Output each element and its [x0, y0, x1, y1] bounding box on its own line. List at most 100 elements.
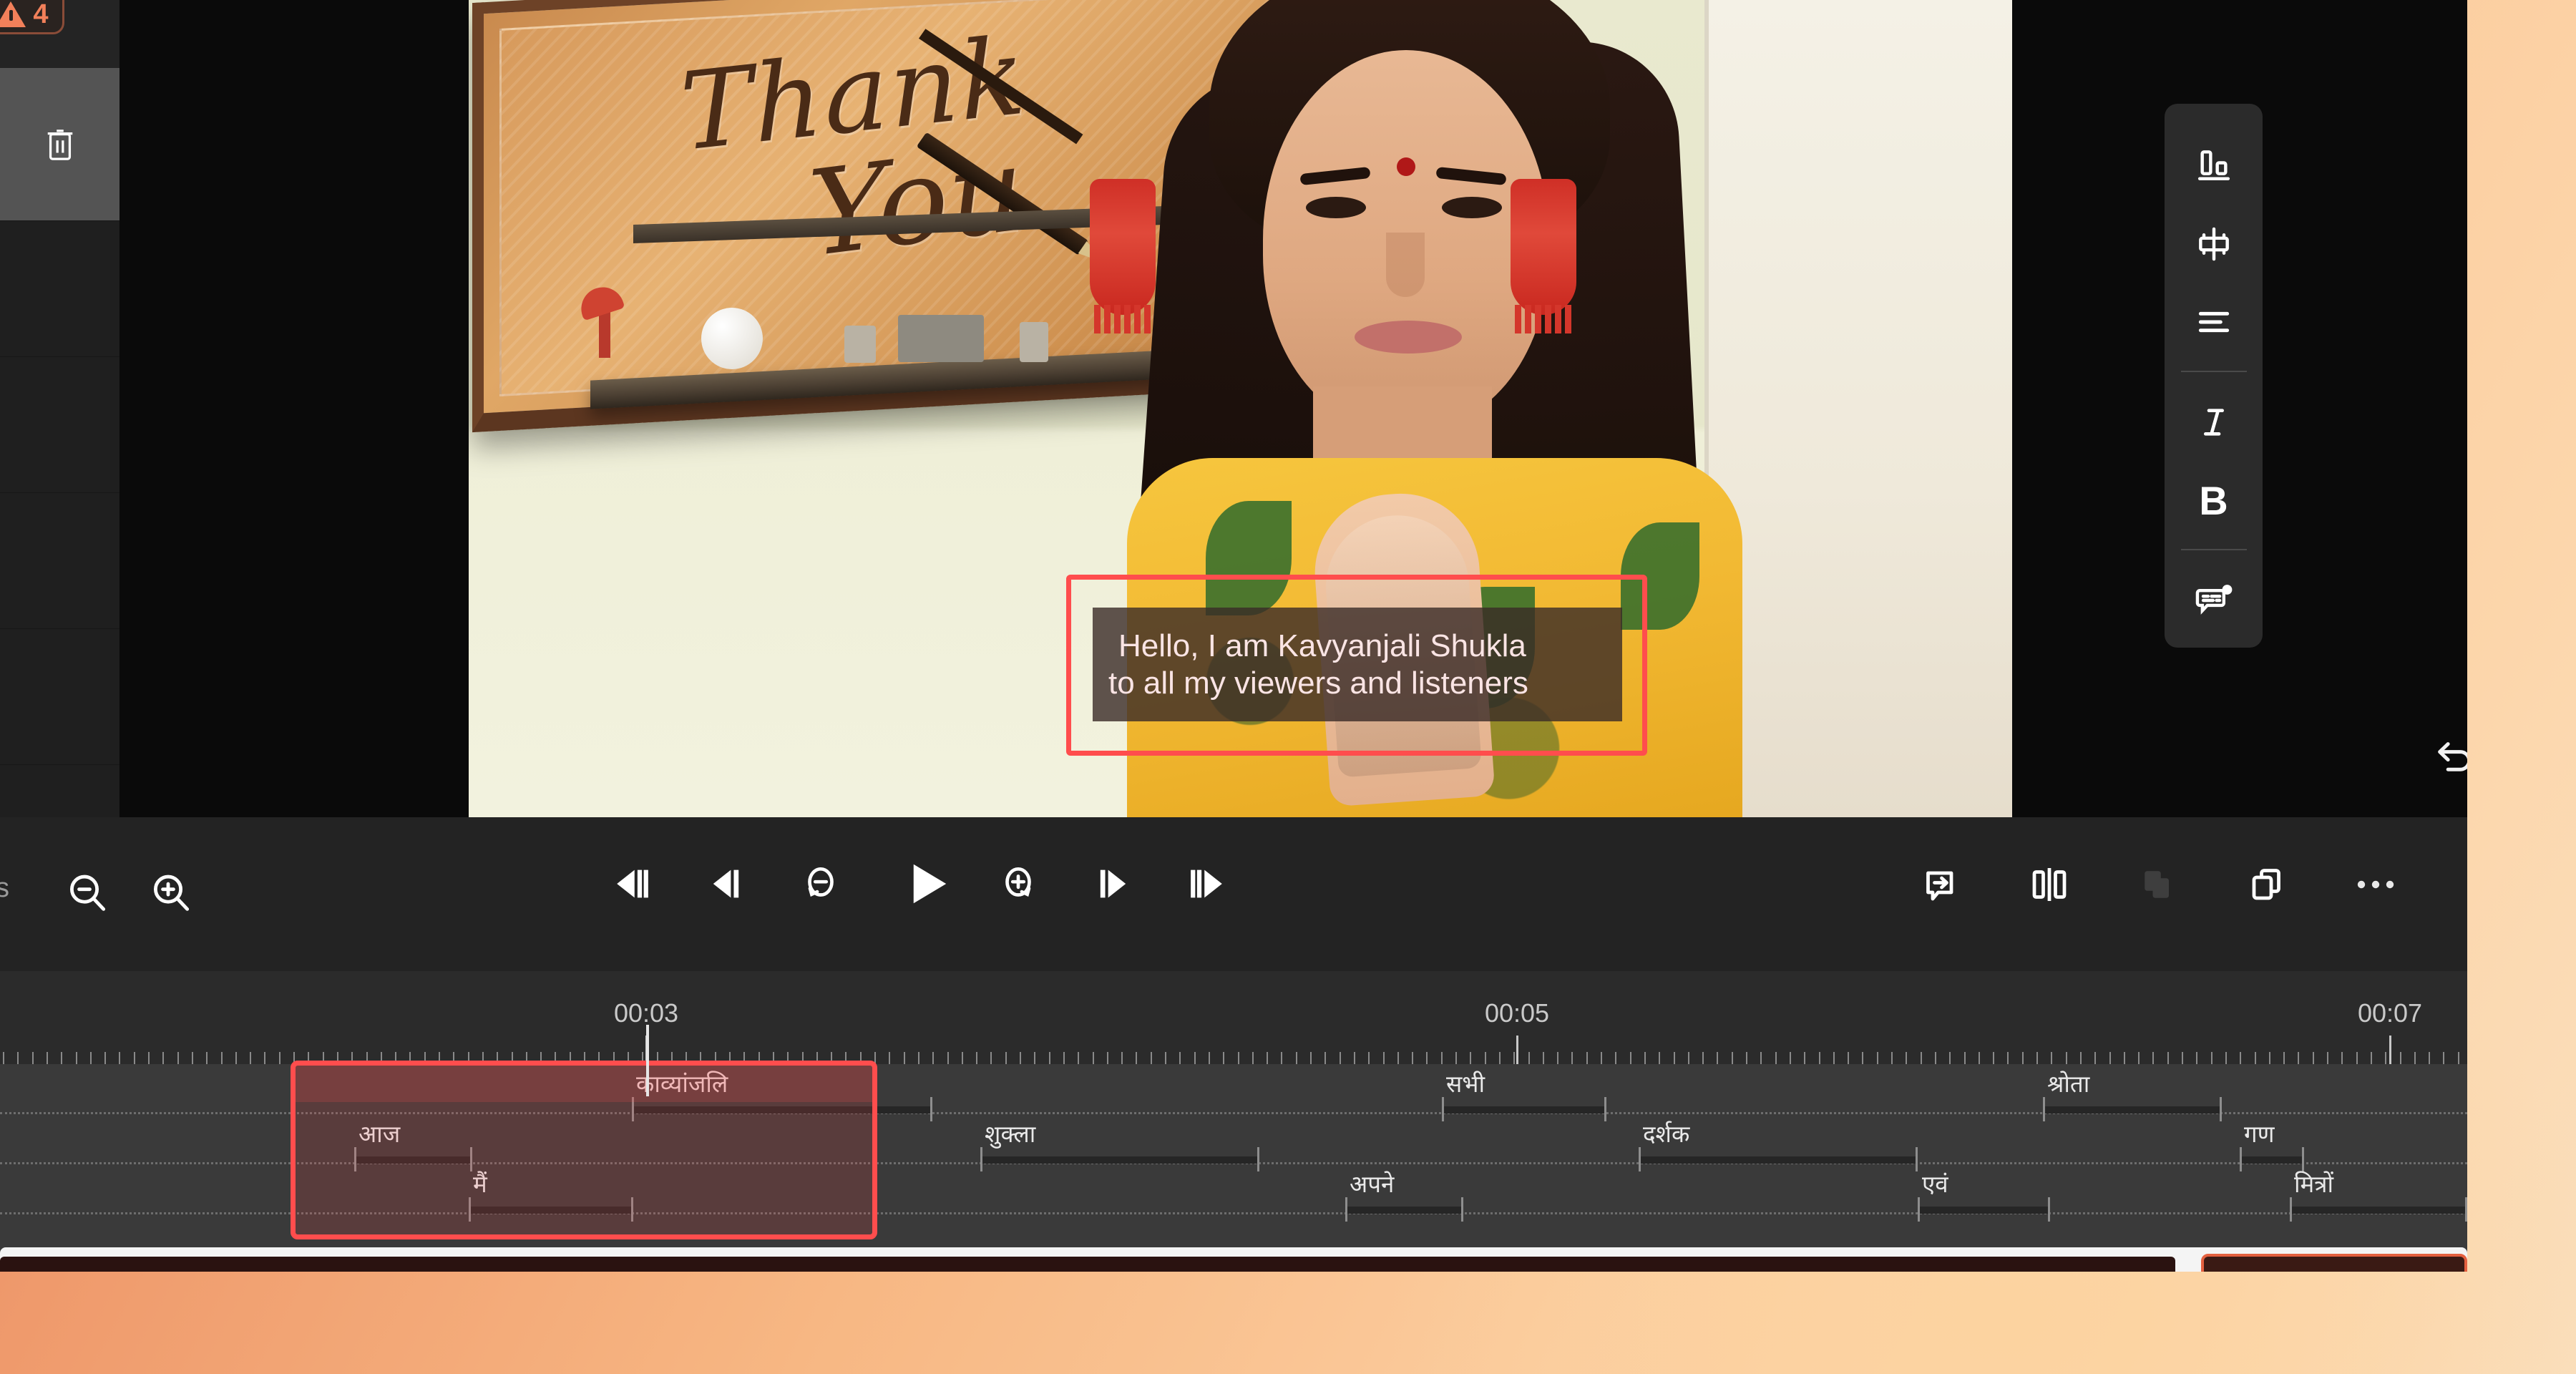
ruler-time-label: 00:05	[1484, 998, 1550, 1028]
timeline-word-bar[interactable]	[354, 1156, 472, 1164]
ruler-tick	[1005, 1052, 1007, 1064]
prev-frame-button[interactable]	[696, 856, 751, 912]
person-face	[1263, 50, 1549, 429]
ruler-tick	[2268, 1052, 2270, 1064]
ruler-tick	[932, 1052, 935, 1064]
sidebar-row-5[interactable]	[0, 629, 119, 765]
ruler-tick	[2429, 1052, 2431, 1064]
next-clip-button[interactable]	[1182, 856, 1238, 912]
next-frame-button[interactable]	[1088, 856, 1143, 912]
timeline-lane-2[interactable]: मैं अपने एवं मित्रों	[0, 1162, 2467, 1222]
ruler-tick	[1906, 1052, 1908, 1064]
ruler-tick	[1281, 1052, 1283, 1064]
timeline-word[interactable]: मित्रों	[2290, 1162, 2467, 1222]
sidebar-row-4[interactable]	[0, 493, 119, 629]
ruler-tick	[2312, 1052, 2314, 1064]
ruler-tick	[89, 1052, 92, 1064]
export-icon[interactable]	[1911, 854, 1971, 915]
playhead[interactable]	[646, 1025, 649, 1096]
preview-stage: Thank You Hello, I am Kavyanjali Shukla …	[119, 0, 2467, 817]
ellipsis-icon[interactable]	[2346, 854, 2406, 915]
timeline-word-handle[interactable]	[1461, 1197, 1463, 1222]
timeline-word[interactable]: अपने	[1345, 1162, 1463, 1222]
ruler-tick	[1862, 1052, 1864, 1064]
timeline-word[interactable]: शुक्ला	[980, 1112, 1259, 1171]
zoom-in-icon[interactable]	[148, 870, 194, 916]
prev-clip-button[interactable]	[601, 856, 657, 912]
align-bottom-icon[interactable]	[2180, 134, 2248, 197]
split-icon[interactable]	[2019, 854, 2079, 915]
sidebar-row-3[interactable]	[0, 357, 119, 493]
ruler-time-label: 00:07	[2357, 998, 2423, 1028]
text-format-toolbar: B	[2165, 104, 2263, 648]
timeline-word-label: एवं	[1922, 1171, 1948, 1197]
ruler-tick	[1659, 1052, 1661, 1064]
timeline-word-bar[interactable]	[2290, 1207, 2467, 1214]
sidebar-row-selected[interactable]	[0, 68, 119, 221]
timeline-word-bar[interactable]	[2043, 1106, 2222, 1114]
timeline-word[interactable]: सभी	[1442, 1062, 1606, 1121]
ruler-tick	[1339, 1052, 1341, 1064]
align-middle-vertical-icon[interactable]	[2180, 213, 2248, 276]
ruler-tick	[1891, 1052, 1893, 1064]
timeline-lane-1[interactable]: आज शुक्ला दर्शक गण	[0, 1112, 2467, 1171]
timeline-word-handle[interactable]	[1918, 1197, 1920, 1222]
ruler-tick	[2457, 1052, 2459, 1064]
video-shelf-item-2	[898, 315, 984, 362]
ruler-tick	[61, 1052, 63, 1064]
ruler-tick	[1978, 1052, 1980, 1064]
timeline[interactable]: 00:03 00:05 00:07 काव्यांजलि सभी श्रोता आज शु…	[0, 971, 2467, 1272]
timeline-word[interactable]: मैं	[469, 1162, 633, 1222]
ruler-tick	[2341, 1052, 2343, 1064]
bold-icon[interactable]: B	[2180, 469, 2248, 532]
align-text-left-icon[interactable]	[2180, 291, 2248, 354]
timeline-word[interactable]: एवं	[1918, 1162, 2050, 1222]
play-button[interactable]	[886, 856, 965, 912]
timeline-word-bar[interactable]	[1345, 1207, 1463, 1214]
timeline-word[interactable]: श्रोता	[2043, 1062, 2222, 1121]
ruler-tick	[1310, 1052, 1312, 1064]
subtitle-style-icon[interactable]	[2180, 569, 2248, 632]
undo-button[interactable]	[2432, 737, 2467, 777]
ruler-tick	[1092, 1052, 1094, 1064]
ruler-tick	[1673, 1052, 1675, 1064]
ruler-tick	[1746, 1052, 1747, 1064]
ruler-tick	[1136, 1052, 1138, 1064]
zoom-out-icon[interactable]	[64, 870, 110, 916]
timeline-word-handle[interactable]	[2290, 1197, 2292, 1222]
timeline-word-bar[interactable]	[469, 1207, 633, 1214]
duplicate-icon[interactable]	[2237, 854, 2297, 915]
ruler-tick	[2443, 1052, 2445, 1064]
trash-icon[interactable]	[44, 125, 77, 164]
timeline-word-bar[interactable]	[1442, 1106, 1606, 1114]
timeline-word-bar[interactable]	[1639, 1156, 1918, 1164]
timeline-word-bar[interactable]	[632, 1106, 932, 1114]
warning-badge[interactable]: 4	[0, 0, 64, 34]
timeline-word-handle[interactable]	[469, 1197, 471, 1222]
timeline-word-handle[interactable]	[2048, 1197, 2050, 1222]
timeline-word[interactable]: आज	[354, 1112, 472, 1171]
ruler-tick	[1382, 1052, 1385, 1064]
timeline-word-handle[interactable]	[2465, 1197, 2467, 1222]
speed-minus-icon[interactable]	[793, 856, 849, 912]
timeline-word-handle[interactable]	[1345, 1197, 1347, 1222]
ruler-tick	[1208, 1052, 1210, 1064]
ruler-tick	[990, 1052, 992, 1064]
ruler-tick	[1760, 1052, 1762, 1064]
timeline-word[interactable]: दर्शक	[1639, 1112, 1918, 1171]
ruler-tick	[1295, 1052, 1297, 1064]
timeline-word-bar[interactable]	[1918, 1207, 2050, 1214]
italic-icon[interactable]	[2180, 391, 2248, 454]
timeline-word-bar[interactable]	[980, 1156, 1259, 1164]
speed-plus-icon[interactable]	[990, 856, 1046, 912]
video-round-object	[701, 308, 763, 369]
sidebar-row-2[interactable]	[0, 221, 119, 357]
ruler-tick	[46, 1052, 48, 1064]
timeline-word-handle[interactable]	[631, 1197, 633, 1222]
ruler-tick	[1397, 1052, 1399, 1064]
left-sidebar: 4	[0, 0, 119, 817]
ruler-tick	[206, 1052, 208, 1064]
timeline-word[interactable]: गण	[2240, 1112, 2304, 1171]
subtitle-overlay-text[interactable]: Hello, I am Kavyanjali Shukla to all my …	[1093, 608, 1622, 721]
timeline-ruler[interactable]: 00:03 00:05 00:07	[0, 971, 2467, 1064]
